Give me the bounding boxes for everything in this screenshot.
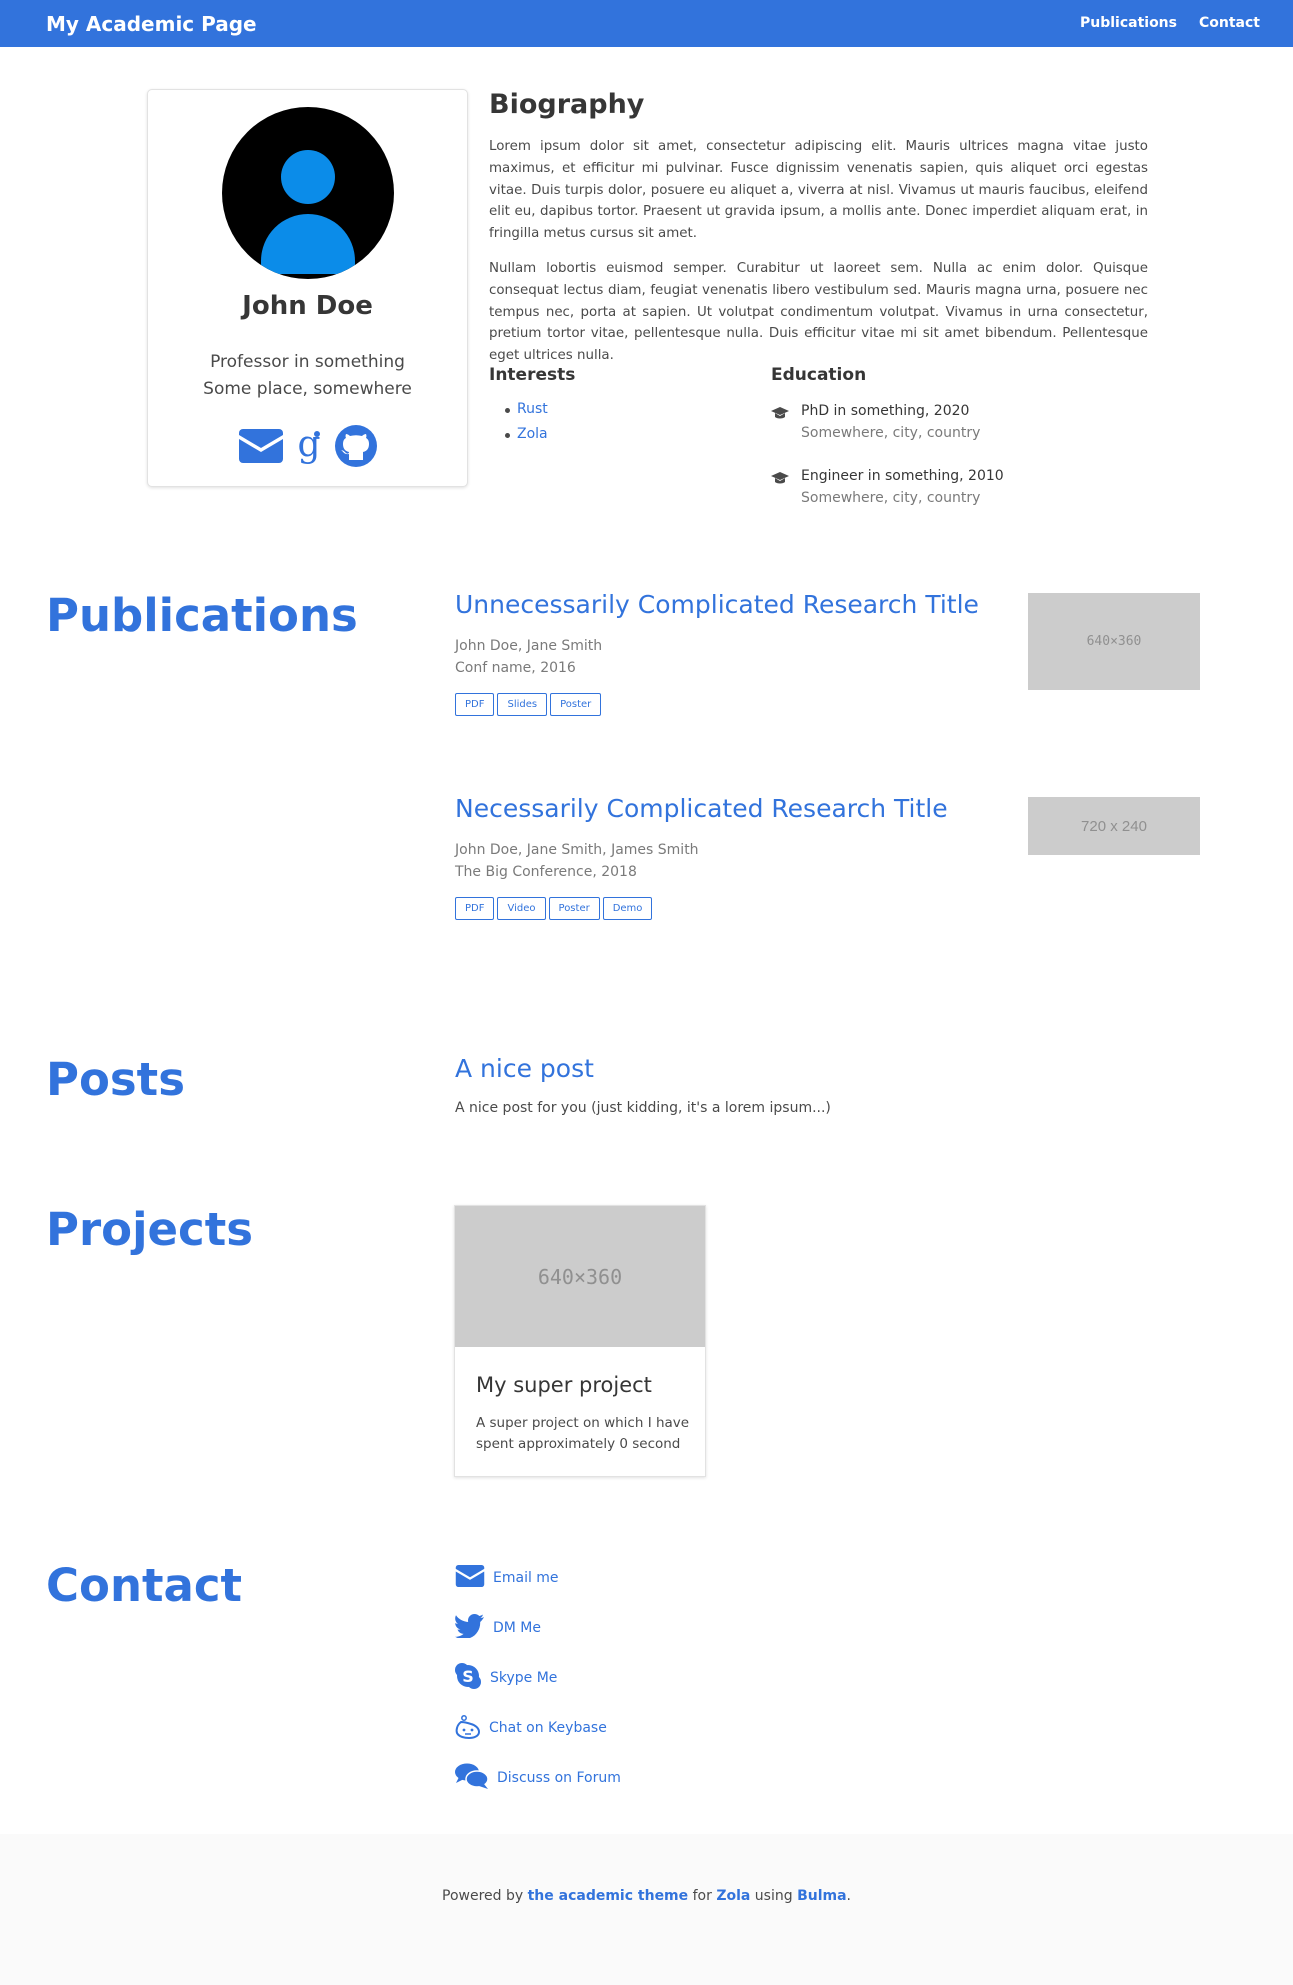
poster-button[interactable]: Poster <box>550 693 602 716</box>
publication-thumbnail: 720 x 240 <box>1028 797 1200 855</box>
project-card[interactable]: 640×360 My super project A super project… <box>454 1205 706 1477</box>
project-description: A super project on which I have spent ap… <box>476 1415 690 1452</box>
post-summary: A nice post for you (just kidding, it's … <box>455 1100 831 1116</box>
biography-title: Biography <box>489 89 645 120</box>
education-degree: PhD in something, 2020 <box>801 403 970 419</box>
skype-icon: S <box>455 1663 490 1693</box>
google-scholar-icon[interactable]: g <box>293 424 325 469</box>
keybase-icon <box>455 1713 489 1743</box>
forum-link[interactable]: Discuss on Forum <box>497 1770 621 1786</box>
publication-venue: Conf name, 2016 <box>455 660 576 676</box>
pdf-button[interactable]: PDF <box>455 897 495 920</box>
interests-list: Rust Zola <box>505 401 548 451</box>
slides-button[interactable]: Slides <box>497 693 548 716</box>
zola-link[interactable]: Zola <box>716 1888 750 1904</box>
contact-heading: Contact <box>46 1559 243 1612</box>
education-degree: Engineer in something, 2010 <box>801 468 1004 484</box>
bulma-link[interactable]: Bulma <box>797 1888 846 1904</box>
github-icon[interactable] <box>334 425 377 471</box>
education-place: Somewhere, city, country <box>801 490 981 506</box>
education-place: Somewhere, city, country <box>801 425 981 441</box>
biography-paragraph-2: Nullam lobortis euismod semper. Curabitu… <box>489 261 1148 364</box>
profile-title: Professor in something <box>210 352 405 372</box>
nav-link-publications[interactable]: Publications <box>1080 15 1177 31</box>
list-item: Rust <box>505 401 548 426</box>
footer-using: using <box>754 1888 793 1904</box>
publications-heading: Publications <box>46 589 358 642</box>
pdf-button[interactable]: PDF <box>455 693 495 716</box>
skype-link[interactable]: Skype Me <box>490 1670 557 1686</box>
envelope-icon[interactable] <box>238 429 283 467</box>
avatar <box>222 107 394 279</box>
user-icon <box>281 150 335 204</box>
publication-links: PDF Video Poster Demo <box>455 897 653 920</box>
project-title: My super project <box>476 1373 652 1397</box>
footer-for: for <box>692 1888 712 1904</box>
contact-item-keybase: Chat on Keybase <box>455 1713 607 1743</box>
biography-paragraph-1: Lorem ipsum dolor sit amet, consectetur … <box>489 139 1148 242</box>
footer: Powered by the academic theme for Zola u… <box>0 1834 1293 1985</box>
education-title: Education <box>771 365 867 385</box>
video-button[interactable]: Video <box>497 897 546 920</box>
list-item: Zola <box>505 426 548 451</box>
nav-links: Publications Contact <box>1080 15 1260 31</box>
projects-heading: Projects <box>46 1203 254 1256</box>
brand-link[interactable]: My Academic Page <box>46 12 257 36</box>
post-title[interactable]: A nice post <box>455 1054 594 1083</box>
contact-item-email: Email me <box>455 1565 559 1591</box>
navbar: My Academic Page Publications Contact <box>0 0 1293 47</box>
graduation-cap-icon <box>771 405 789 424</box>
publication-thumbnail: 640×360 <box>1028 593 1200 690</box>
publication-venue: The Big Conference, 2018 <box>455 864 637 880</box>
twitter-icon <box>455 1614 493 1642</box>
footer-suffix: . <box>846 1888 851 1904</box>
nav-link-contact[interactable]: Contact <box>1199 15 1260 31</box>
publication-authors: John Doe, Jane Smith, James Smith <box>455 842 699 858</box>
user-icon-body <box>261 214 355 274</box>
svg-text:S: S <box>462 1667 474 1686</box>
comments-icon <box>455 1763 497 1793</box>
profile-card: John Doe Professor in something Some pla… <box>147 89 468 487</box>
contact-item-skype: S Skype Me <box>455 1663 557 1693</box>
footer-prefix: Powered by <box>442 1888 524 1904</box>
profile-socials: g <box>148 424 467 471</box>
publication-authors: John Doe, Jane Smith <box>455 638 603 654</box>
interest-link-zola[interactable]: Zola <box>517 426 548 442</box>
poster-button[interactable]: Poster <box>548 897 600 920</box>
contact-item-twitter: DM Me <box>455 1614 541 1642</box>
project-thumbnail: 640×360 <box>455 1206 705 1347</box>
publication-links: PDF Slides Poster <box>455 693 602 716</box>
twitter-link[interactable]: DM Me <box>493 1620 541 1636</box>
keybase-link[interactable]: Chat on Keybase <box>489 1720 607 1736</box>
contact-item-forum: Discuss on Forum <box>455 1763 621 1793</box>
publication-title[interactable]: Necessarily Complicated Research Title <box>455 794 948 823</box>
envelope-icon <box>455 1565 493 1591</box>
graduation-cap-icon <box>771 470 789 489</box>
profile-location: Some place, somewhere <box>203 379 412 399</box>
interests-title: Interests <box>489 365 576 385</box>
interest-link-rust[interactable]: Rust <box>517 401 548 417</box>
profile-name: John Doe <box>242 291 373 321</box>
demo-button[interactable]: Demo <box>602 897 653 920</box>
theme-link[interactable]: the academic theme <box>528 1888 689 1904</box>
email-link[interactable]: Email me <box>493 1570 559 1586</box>
posts-heading: Posts <box>46 1053 185 1106</box>
publication-title[interactable]: Unnecessarily Complicated Research Title <box>455 590 979 619</box>
footer-text: Powered by the academic theme for Zola u… <box>0 1888 1293 1904</box>
